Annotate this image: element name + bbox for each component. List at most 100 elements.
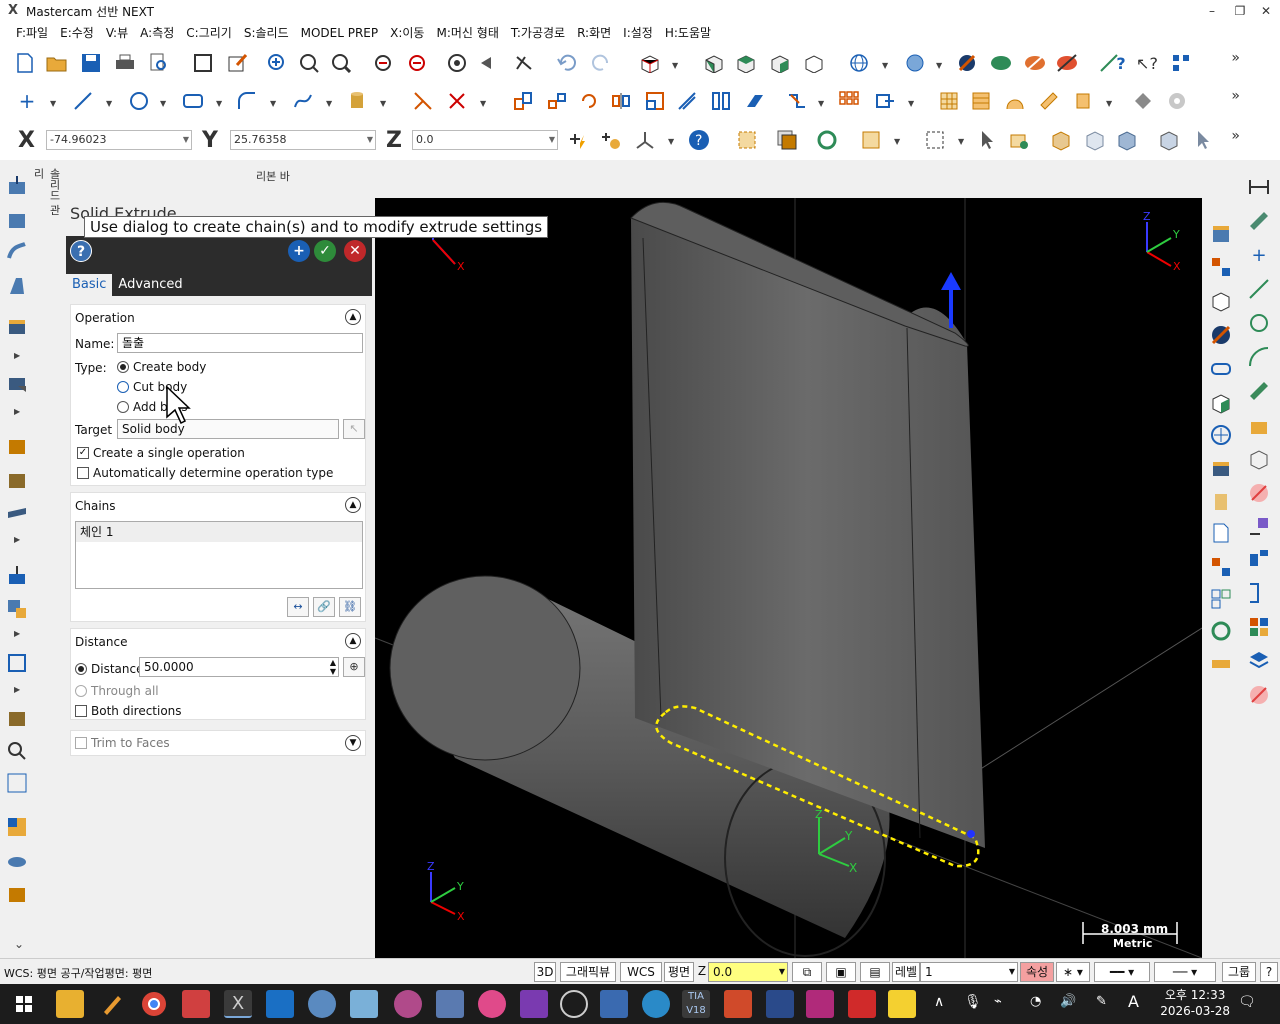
help-question-icon[interactable]: ?	[1110, 52, 1132, 74]
select-only-icon[interactable]	[776, 129, 798, 151]
pen-app-icon[interactable]	[98, 990, 126, 1018]
expand-arrow[interactable]: ▶	[14, 408, 22, 416]
system-clock[interactable]: 오후 12:33 2026-03-28	[1160, 987, 1230, 1019]
shapes-icon[interactable]	[1210, 556, 1232, 578]
expand-trim-icon[interactable]: ▼	[345, 735, 361, 751]
layout-icon[interactable]	[1170, 52, 1192, 74]
dropdown-arrow[interactable]: ▼	[216, 100, 224, 108]
fillet-solid-icon[interactable]	[6, 316, 28, 338]
find-features-icon[interactable]	[6, 740, 28, 762]
trim-icon[interactable]	[412, 90, 434, 112]
menu-model-prep[interactable]: MODEL PREP	[295, 22, 385, 44]
target-field[interactable]: Solid body	[117, 419, 339, 439]
document-icon[interactable]	[1210, 522, 1232, 544]
dropdown-arrow[interactable]: ▼	[908, 100, 916, 108]
view-back-icon[interactable]	[478, 52, 500, 74]
shaded-leaf-icon[interactable]	[990, 52, 1012, 74]
chamfer-solid-icon[interactable]	[6, 372, 28, 394]
repaint-icon[interactable]	[226, 52, 248, 74]
loop-select-icon[interactable]	[1158, 129, 1180, 151]
create-body-radio[interactable]	[117, 361, 129, 373]
menu-transform[interactable]: X:이동	[384, 22, 430, 44]
boolean-icon[interactable]	[6, 468, 28, 490]
extrude-icon[interactable]	[6, 174, 28, 196]
single-operation-label[interactable]: Create a single operation	[93, 446, 245, 460]
wifi-icon[interactable]: ◔	[1030, 994, 1041, 1009]
line-style-dropdown[interactable]: ━━ ▾	[1094, 962, 1150, 982]
tab-advanced[interactable]: Advanced	[112, 274, 188, 296]
add-point-icon[interactable]: +	[1248, 244, 1270, 266]
circle-icon[interactable]	[128, 90, 150, 112]
mirror-icon[interactable]	[610, 90, 632, 112]
remove-chain-icon[interactable]: ⛓	[339, 597, 361, 617]
fillet-icon[interactable]	[236, 90, 258, 112]
paint-app-icon[interactable]	[308, 990, 336, 1018]
dropdown-arrow[interactable]: ▼	[958, 138, 966, 146]
spline-icon[interactable]	[292, 90, 314, 112]
toolbar-overflow-3[interactable]: »	[1231, 128, 1240, 144]
shaded-sphere-icon[interactable]	[904, 52, 926, 74]
restore-button[interactable]: ❐	[1226, 0, 1254, 22]
sweep-solid-icon[interactable]	[6, 240, 28, 262]
draft-face-icon[interactable]	[6, 502, 28, 524]
print-icon[interactable]	[114, 52, 136, 74]
levels-icon[interactable]	[1248, 650, 1270, 672]
name-field[interactable]: 돌출	[117, 333, 363, 353]
chain-list-item[interactable]: 체인 1	[76, 522, 362, 542]
map-app-icon[interactable]	[642, 990, 670, 1018]
mxc-app-icon[interactable]	[806, 990, 834, 1018]
distance-field[interactable]: 50.0000 ▲ ▼	[139, 657, 339, 677]
menu-view[interactable]: V:뷰	[100, 22, 134, 44]
zoom-target-icon[interactable]	[298, 52, 320, 74]
expand-arrow[interactable]: ▶	[14, 630, 22, 638]
add-boss-radio[interactable]	[117, 401, 129, 413]
wrench-icon[interactable]	[1132, 90, 1154, 112]
scale-icon[interactable]	[644, 90, 666, 112]
both-directions-label[interactable]: Both directions	[91, 704, 182, 718]
block-icon[interactable]	[1248, 684, 1270, 706]
zoom-selected-icon[interactable]	[330, 52, 352, 74]
unzoom-icon[interactable]	[406, 52, 428, 74]
line-width-dropdown[interactable]: ── ▾	[1154, 962, 1216, 982]
refresh-selection-icon[interactable]	[816, 129, 838, 151]
ok-checkmark-icon[interactable]: ✓	[314, 240, 336, 262]
rotate-view-icon[interactable]	[446, 52, 468, 74]
3d-toggle[interactable]: 3D	[534, 962, 556, 982]
onenote-icon[interactable]	[520, 990, 548, 1018]
windows-start-icon[interactable]	[10, 990, 38, 1018]
pen-tray-icon[interactable]: ✎	[1096, 994, 1107, 1009]
revolve-solid-icon[interactable]	[6, 208, 28, 230]
no-entry-sphere-icon[interactable]	[1210, 324, 1232, 346]
hide-sphere-icon[interactable]	[956, 52, 978, 74]
target-icon[interactable]	[1210, 424, 1232, 446]
move-icon[interactable]	[546, 90, 568, 112]
view-forward-icon[interactable]	[512, 52, 534, 74]
distance-label[interactable]: Distance	[91, 662, 143, 676]
array-icon[interactable]	[838, 90, 860, 112]
blue-app-icon[interactable]	[350, 990, 378, 1018]
tab-basic[interactable]: Basic	[66, 274, 113, 296]
move-face-icon[interactable]	[6, 598, 28, 620]
chain-feature-icon[interactable]	[1210, 256, 1232, 278]
select-all-icon[interactable]	[736, 129, 758, 151]
menu-measure[interactable]: A:측정	[134, 22, 180, 44]
expand-arrow[interactable]: ▶	[14, 536, 22, 544]
help-cursor-icon[interactable]: ↖?	[1136, 52, 1158, 74]
creative-app-icon[interactable]	[394, 990, 422, 1018]
open-file-icon[interactable]	[46, 52, 68, 74]
menu-machine-type[interactable]: M:머신 형태	[430, 22, 504, 44]
rounded-rect-icon[interactable]	[1210, 358, 1232, 380]
new-file-icon[interactable]	[14, 52, 36, 74]
face-select-icon[interactable]	[1050, 129, 1072, 151]
solid-cylinder-icon[interactable]	[1072, 90, 1094, 112]
select-target-icon[interactable]: ↖	[343, 419, 365, 439]
ime-indicator-icon[interactable]: A	[1128, 992, 1139, 1011]
shaded-box-icon[interactable]	[1210, 458, 1232, 480]
kakaotalk-icon[interactable]	[888, 990, 916, 1018]
dropdown-arrow[interactable]: ▼	[480, 100, 488, 108]
bracket-tool-icon[interactable]	[1248, 582, 1270, 604]
toolbox-app-icon[interactable]	[182, 990, 210, 1018]
reverse-chain-icon[interactable]: ↔	[287, 597, 309, 617]
stretch-icon[interactable]	[744, 90, 766, 112]
rotate-icon[interactable]	[578, 90, 600, 112]
